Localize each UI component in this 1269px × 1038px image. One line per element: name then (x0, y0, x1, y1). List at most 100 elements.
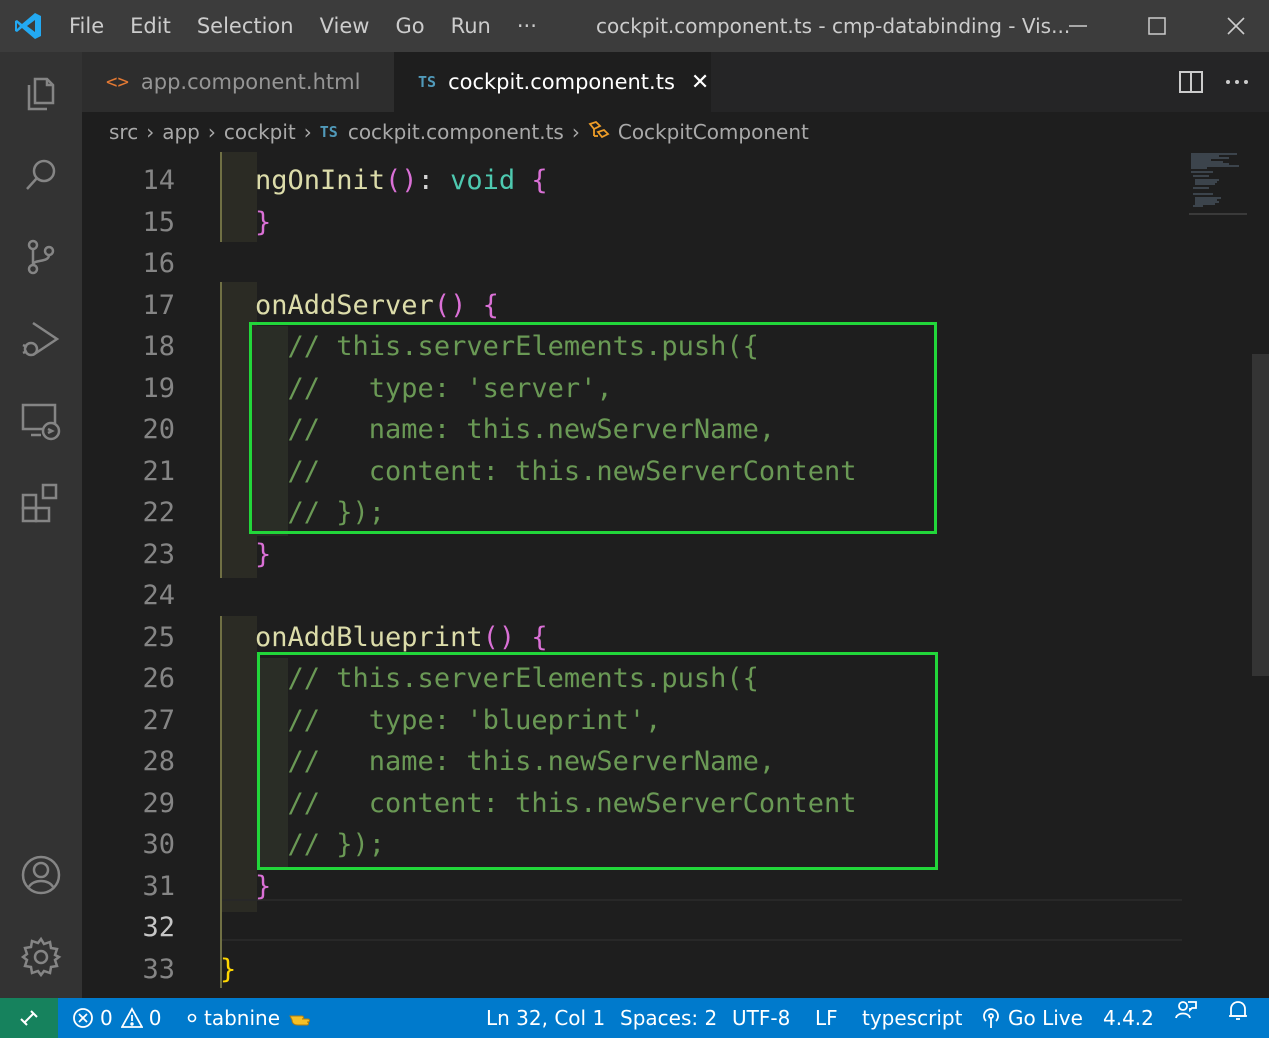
line-number: 30 (142, 829, 175, 860)
line-number: 18 (142, 331, 175, 362)
code-line[interactable]: 32 (82, 907, 1269, 949)
tab-label: app.component.html (140, 70, 361, 94)
menu-run[interactable]: Run (438, 0, 504, 52)
go-live-button[interactable]: Go Live (980, 998, 1083, 1038)
go-live-label: Go Live (1008, 1006, 1083, 1030)
maximize-button[interactable] (1117, 0, 1197, 52)
source-control-icon[interactable] (0, 216, 82, 298)
activity-bar (0, 52, 82, 998)
breadcrumb-item-symbol[interactable]: CockpitComponent (618, 120, 809, 144)
line-number: 26 (142, 663, 175, 694)
menu-edit[interactable]: Edit (117, 0, 184, 52)
code-token: onAddServer (255, 289, 434, 321)
breadcrumb-separator: › (571, 120, 580, 144)
tabnine-label: tabnine (204, 1006, 281, 1030)
breadcrumb-separator: › (303, 120, 312, 144)
tab-label: cockpit.component.ts (448, 70, 675, 94)
warning-count: 0 (148, 1006, 162, 1030)
tab-cockpit-component-ts[interactable]: TS cockpit.component.ts ✕ (394, 52, 711, 112)
line-number: 33 (142, 953, 175, 985)
minimap[interactable] (1189, 152, 1253, 216)
code-token: () (482, 621, 516, 653)
broadcast-icon (983, 1008, 999, 1028)
code-line[interactable]: 31} (82, 866, 1269, 908)
code-token: } (255, 538, 272, 570)
code-line[interactable]: 14 ngOnInit(): void { (82, 160, 1269, 202)
line-number: 16 (142, 248, 175, 279)
breadcrumb-separator: › (207, 120, 216, 144)
run-debug-icon[interactable] (0, 298, 82, 380)
line-number: 17 (142, 289, 175, 321)
code-text: } (255, 534, 271, 576)
tab-app-component-html[interactable]: <> app.component.html (82, 52, 394, 112)
typescript-version[interactable]: 4.4.2 (1103, 998, 1154, 1038)
breadcrumb-item-src[interactable]: src (109, 120, 138, 144)
code-token: } (255, 206, 272, 238)
cursor-position[interactable]: Ln 32, Col 1 (486, 998, 605, 1038)
code-line[interactable]: 15} (82, 202, 1269, 244)
remote-indicator-icon[interactable] (0, 998, 58, 1038)
code-line[interactable]: 33} (82, 949, 1269, 991)
line-number: 14 (142, 165, 175, 196)
menu-file[interactable]: File (56, 0, 117, 52)
code-token: () (385, 165, 418, 196)
menu-more[interactable]: ··· (504, 0, 550, 52)
indentation-setting[interactable]: Spaces: 2 (620, 998, 717, 1038)
code-text: } (220, 949, 236, 991)
more-actions-icon[interactable] (1224, 52, 1250, 112)
tabnine-icon (187, 1013, 197, 1023)
class-symbol-icon (588, 120, 610, 145)
scrollbar-thumb[interactable] (1252, 354, 1269, 676)
menu-view[interactable]: View (307, 0, 383, 52)
language-mode[interactable]: typescript (862, 998, 962, 1038)
menu-go[interactable]: Go (382, 0, 437, 52)
code-text: onAddServer() { (255, 285, 499, 327)
line-number: 20 (142, 414, 175, 445)
line-number: 23 (142, 538, 175, 570)
line-number: 29 (142, 787, 175, 819)
breadcrumb-item-app[interactable]: app (162, 120, 200, 144)
line-number: 31 (142, 870, 175, 902)
pointing-hand-icon (289, 1015, 311, 1026)
highlight-box (249, 322, 937, 534)
close-window-button[interactable] (1196, 0, 1269, 52)
breadcrumb-item-file[interactable]: cockpit.component.ts (348, 120, 564, 144)
line-number: 25 (142, 621, 175, 653)
breadcrumb: src › app › cockpit › TS cockpit.compone… (82, 112, 1269, 152)
encoding-setting[interactable]: UTF-8 (732, 998, 790, 1038)
code-line[interactable]: 17 onAddServer() { (82, 285, 1269, 327)
code-token: { (482, 289, 499, 321)
code-line[interactable]: 23} (82, 534, 1269, 576)
code-editor[interactable]: 14 ngOnInit(): void {15} 16 17 onAddServer()… (82, 152, 1269, 998)
code-line[interactable]: 16 (82, 243, 1269, 285)
notifications-bell-icon[interactable] (1226, 998, 1250, 1022)
warning-icon (120, 1007, 143, 1028)
tabnine-status[interactable]: tabnine (186, 998, 314, 1038)
breadcrumb-item-cockpit[interactable]: cockpit (224, 120, 296, 144)
accounts-icon[interactable] (0, 834, 82, 916)
error-count: 0 (100, 1006, 113, 1030)
problems-indicator[interactable]: 0 0 (72, 998, 161, 1038)
menu-selection[interactable]: Selection (184, 0, 307, 52)
code-token: onAddBlueprint (255, 621, 483, 653)
line-number: 21 (142, 455, 175, 487)
split-editor-icon[interactable] (1178, 52, 1204, 112)
explorer-icon[interactable] (0, 52, 82, 134)
code-text: } (255, 202, 271, 244)
code-token: () (433, 289, 467, 321)
extensions-icon[interactable] (0, 462, 82, 544)
code-token: : (417, 165, 451, 196)
remote-explorer-icon[interactable] (0, 380, 82, 462)
code-line[interactable]: 24 (82, 575, 1269, 617)
search-icon[interactable] (0, 134, 82, 216)
code-token: } (255, 870, 272, 902)
end-of-line-setting[interactable]: LF (815, 998, 838, 1038)
settings-gear-icon[interactable] (0, 916, 82, 998)
minimize-button[interactable] (1038, 0, 1118, 52)
line-number: 15 (142, 206, 175, 238)
line-number: 19 (142, 372, 175, 404)
close-tab-icon[interactable]: ✕ (691, 70, 709, 95)
feedback-icon[interactable] (1174, 998, 1198, 1022)
